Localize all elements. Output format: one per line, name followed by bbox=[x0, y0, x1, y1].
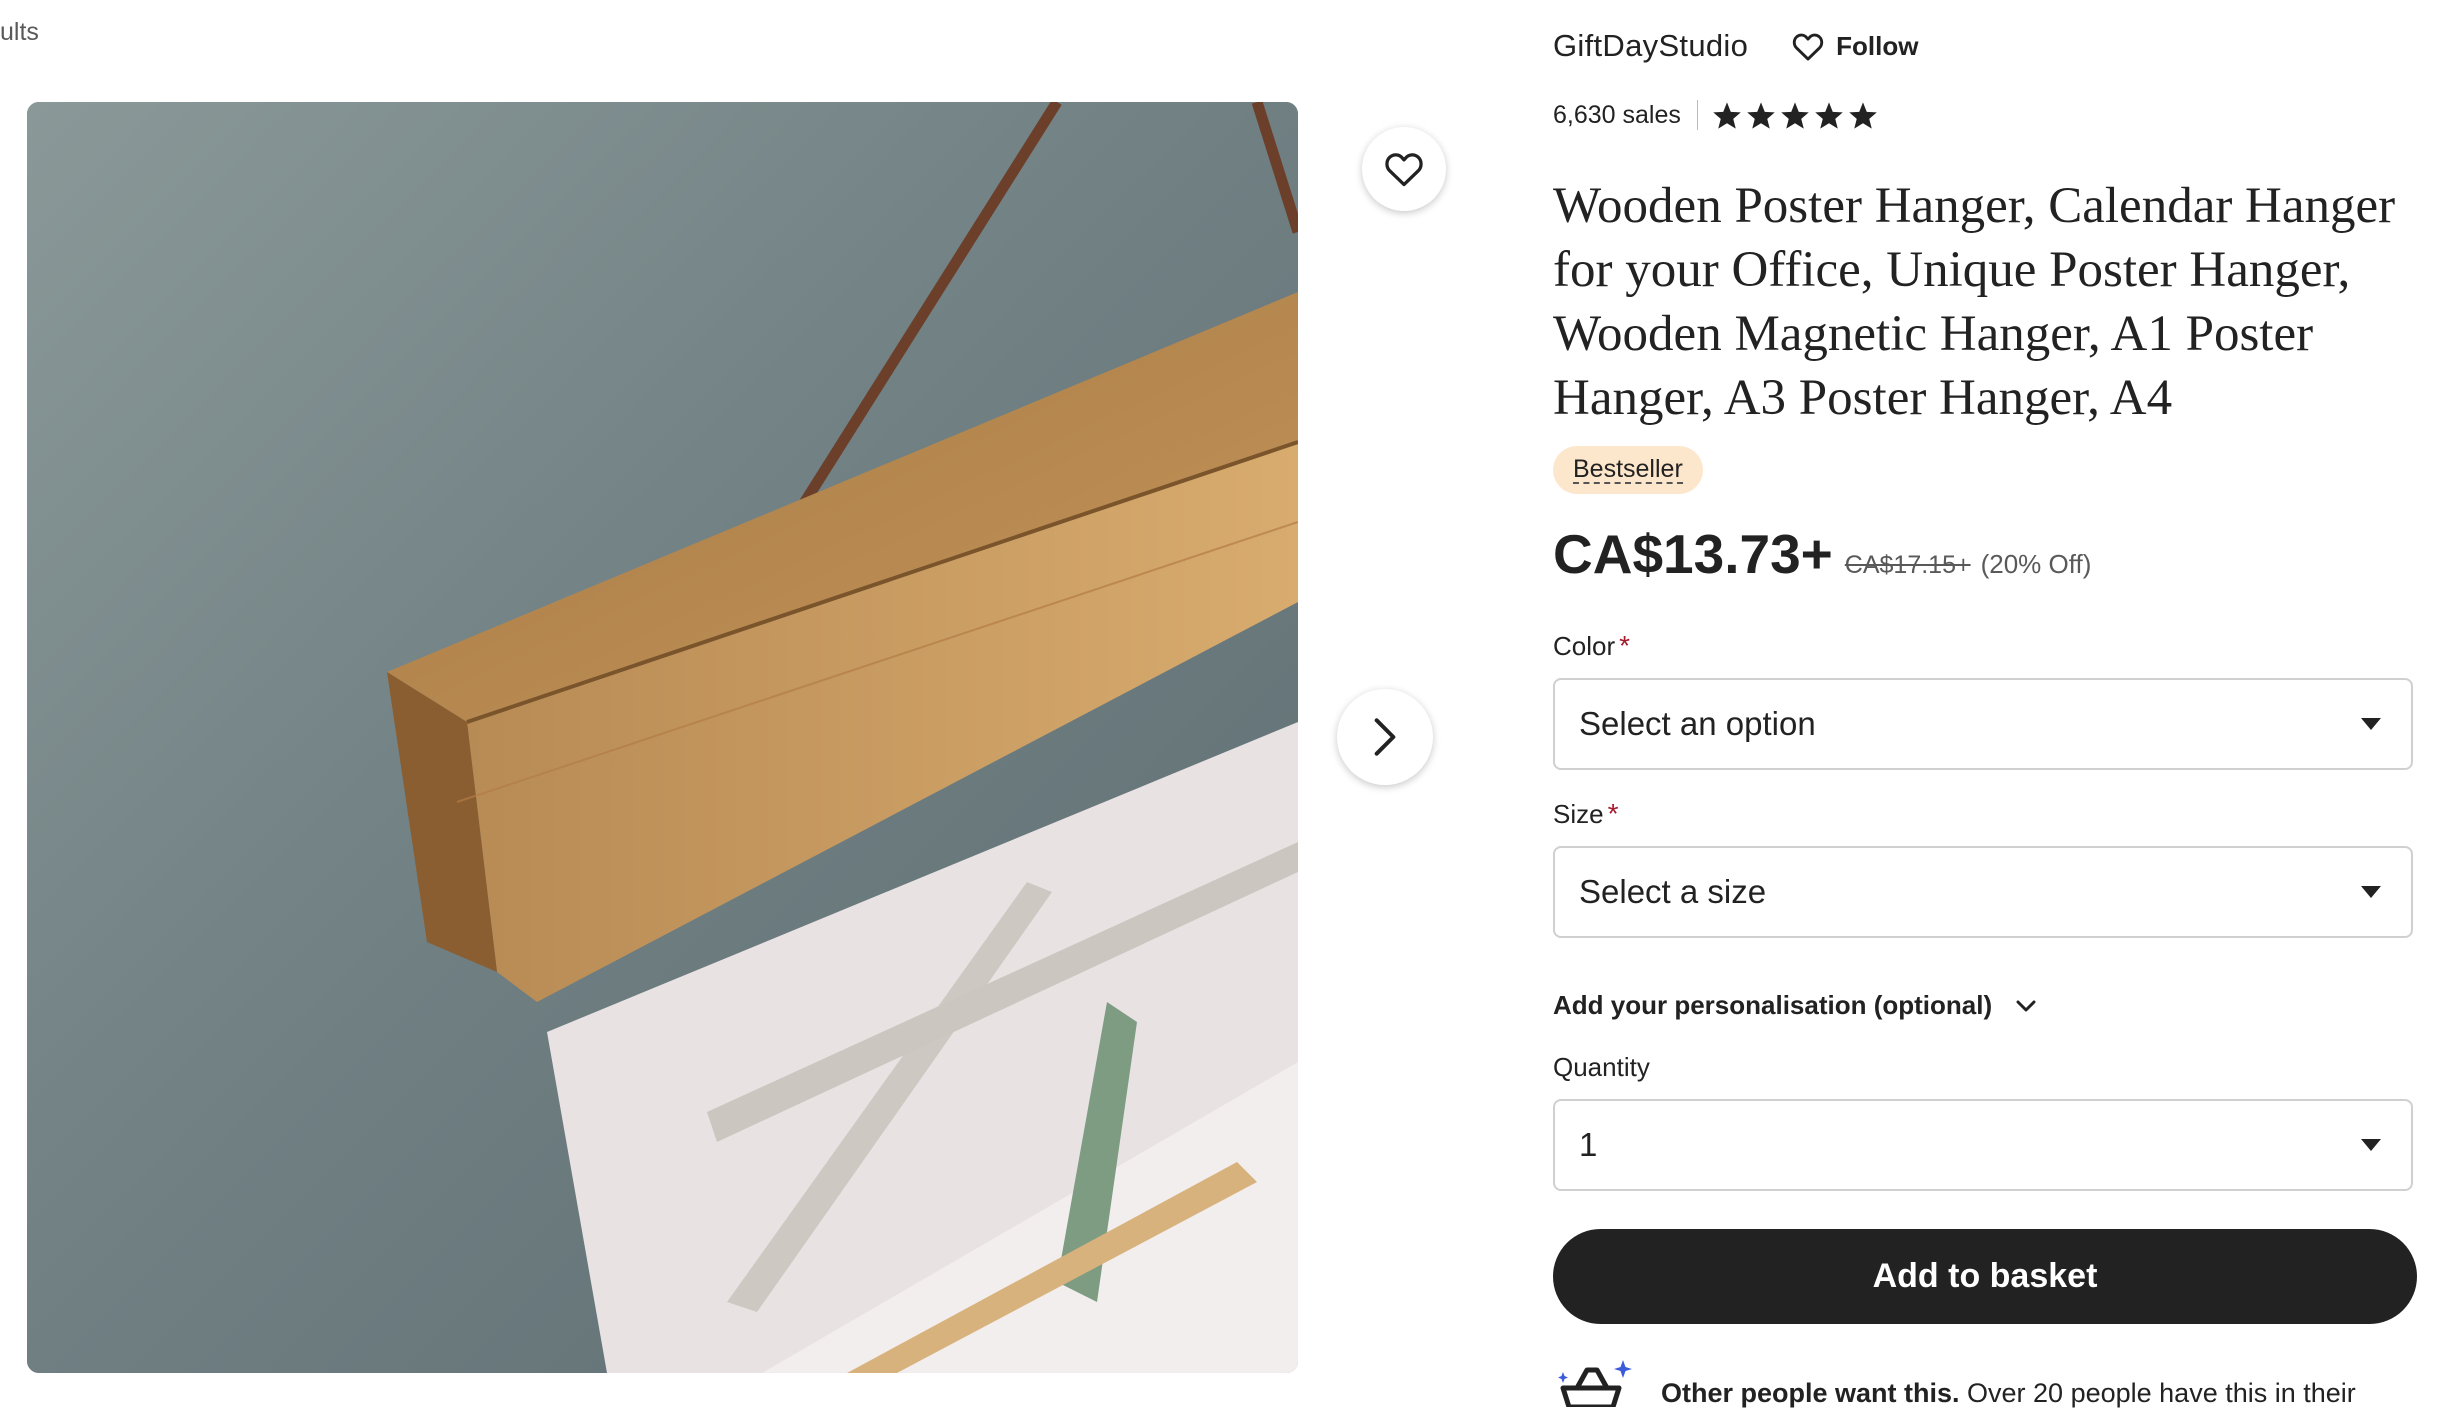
chevron-right-icon bbox=[1374, 718, 1396, 756]
color-label-text: Color bbox=[1553, 631, 1616, 661]
color-select-value: Select an option bbox=[1579, 705, 1816, 742]
quantity-select-value: 1 bbox=[1579, 1126, 1598, 1163]
size-label: Size * bbox=[1553, 798, 1618, 830]
back-to-results-link[interactable]: ults bbox=[0, 18, 39, 47]
demand-notice-bold: Other people want this. bbox=[1661, 1378, 1960, 1408]
required-mark: * bbox=[1607, 798, 1619, 829]
star-icon bbox=[1747, 101, 1775, 129]
star-icon bbox=[1815, 101, 1843, 129]
add-to-basket-button[interactable]: Add to basket bbox=[1553, 1229, 2417, 1324]
quantity-select[interactable]: 1 bbox=[1553, 1099, 2413, 1191]
follow-label: Follow bbox=[1836, 30, 1919, 61]
follow-button[interactable]: Follow bbox=[1792, 31, 1918, 62]
sales-row: 6,630 sales bbox=[1553, 100, 1878, 130]
star-icon bbox=[1849, 101, 1877, 129]
badge-label: Bestseller bbox=[1573, 455, 1683, 484]
star-icon bbox=[1713, 101, 1741, 129]
demand-notice-text: Other people want this. Over 20 people h… bbox=[1661, 1378, 2356, 1409]
caret-down-icon bbox=[2361, 718, 2381, 730]
favorite-button[interactable] bbox=[1362, 127, 1446, 211]
shop-row: GiftDayStudio Follow bbox=[1553, 28, 1918, 64]
demand-notice-detail: Over 20 people have this in their bbox=[1959, 1378, 2356, 1408]
discount-label: (20% Off) bbox=[1980, 549, 2092, 579]
quantity-label: Quantity bbox=[1553, 1052, 1650, 1082]
color-label: Color * bbox=[1553, 630, 1630, 662]
demand-notice: Other people want this. Over 20 people h… bbox=[1553, 1358, 2419, 1409]
caret-down-icon bbox=[2361, 1139, 2381, 1151]
product-title: Wooden Poster Hanger, Calendar Hanger fo… bbox=[1553, 178, 2396, 426]
caret-down-icon bbox=[2361, 886, 2381, 898]
price: CA$13.73+ bbox=[1553, 523, 1833, 585]
size-select-value: Select a size bbox=[1579, 873, 1767, 910]
personalisation-toggle[interactable]: Add your personalisation (optional) bbox=[1553, 990, 2038, 1021]
product-photo bbox=[27, 102, 1298, 1373]
required-mark: * bbox=[1619, 630, 1631, 661]
size-select[interactable]: Select a size bbox=[1553, 846, 2413, 938]
basket-sparkle-icon bbox=[1558, 1360, 1632, 1407]
color-select[interactable]: Select an option bbox=[1553, 678, 2413, 770]
sales-count: 6,630 sales bbox=[1553, 100, 1681, 129]
original-price: CA$17.15+ bbox=[1844, 551, 1971, 579]
star-icon bbox=[1781, 101, 1809, 129]
chevron-down-icon bbox=[2016, 1000, 2036, 1011]
bestseller-badge[interactable]: Bestseller bbox=[1553, 446, 1703, 494]
heart-icon bbox=[1385, 153, 1423, 187]
personalisation-label: Add your personalisation (optional) bbox=[1553, 990, 1993, 1020]
heart-icon bbox=[1792, 33, 1824, 60]
price-row: CA$13.73+ CA$17.15+ (20% Off) bbox=[1553, 522, 2091, 586]
rating-stars[interactable] bbox=[1712, 101, 1878, 130]
size-label-text: Size bbox=[1553, 799, 1604, 829]
divider bbox=[1696, 100, 1698, 130]
shop-name-link[interactable]: GiftDayStudio bbox=[1553, 28, 1748, 64]
next-image-button[interactable] bbox=[1337, 689, 1433, 785]
product-image[interactable] bbox=[27, 102, 1298, 1373]
